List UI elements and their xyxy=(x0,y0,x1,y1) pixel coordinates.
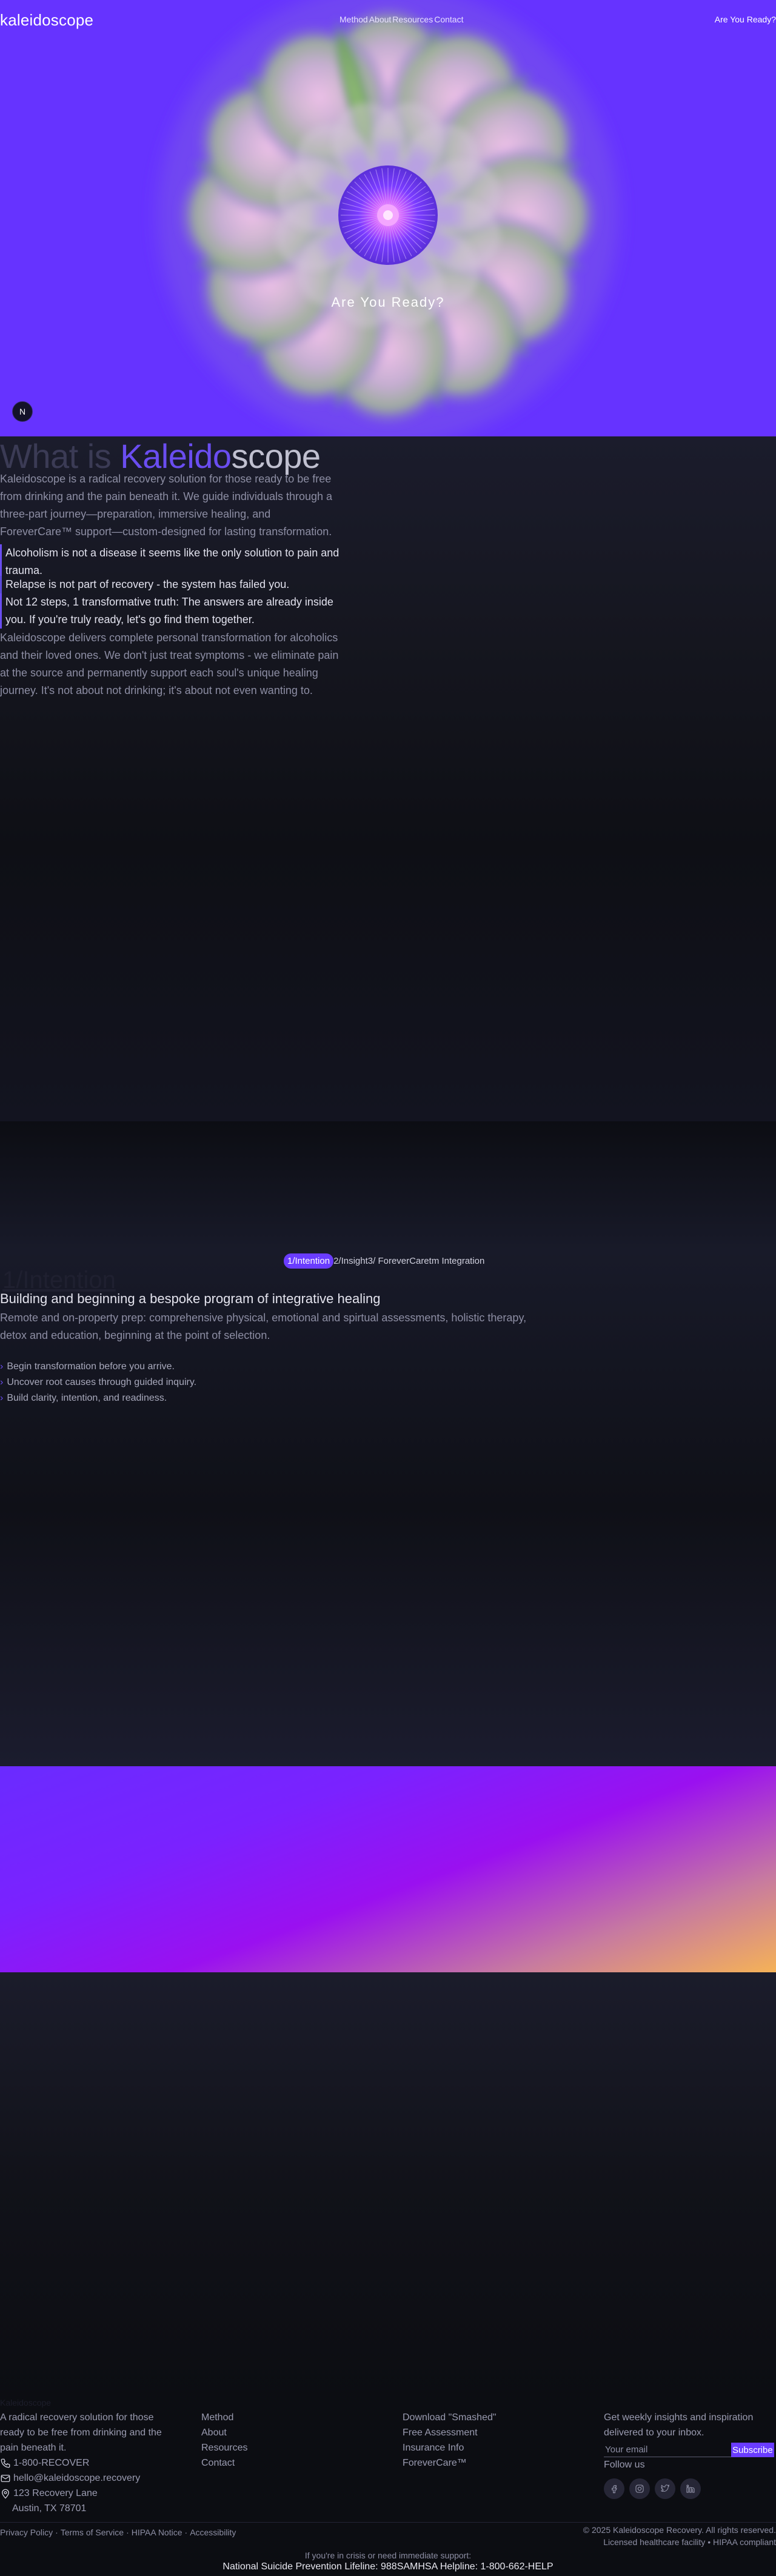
terms-of-service-link[interactable]: Terms of Service xyxy=(61,2528,124,2537)
footer-link-forevercare[interactable]: ForeverCare™ xyxy=(403,2455,497,2471)
footer-link-method[interactable]: Method xyxy=(201,2410,247,2425)
list-item-text: Uncover root causes through guided inqui… xyxy=(7,1377,197,1387)
list-item-text: Begin transformation before you arrive. xyxy=(7,1361,175,1372)
about-tail: Kaleidoscope delivers complete personal … xyxy=(0,632,339,696)
follow-us-label: Follow us xyxy=(604,2460,645,2470)
footer-nav-column: Method About Resources Contact xyxy=(201,2410,247,2471)
facebook-link[interactable] xyxy=(604,2478,624,2499)
nav-link-resources[interactable]: Resources xyxy=(392,15,433,24)
footer-phone-text: 1-800-RECOVER xyxy=(13,2458,90,2468)
list-item-text: Build clarity, intention, and readiness. xyxy=(7,1393,167,1403)
hero-cta-button[interactable]: Are You Ready? xyxy=(0,295,776,310)
footer-email-text: hello@kaleidoscope.recovery xyxy=(13,2473,141,2483)
footer-divider xyxy=(0,2522,776,2523)
about-quote-2: Relapse is not part of recovery - the sy… xyxy=(0,576,340,593)
method-bullets: › Begin transformation before you arrive.… xyxy=(0,1359,196,1406)
footer-email[interactable]: hello@kaleidoscope.recovery xyxy=(0,2471,170,2486)
nav-link-about[interactable]: About xyxy=(369,15,392,24)
facebook-icon xyxy=(612,2485,617,2494)
footer-newsletter-column: Get weekly insights and inspiration deli… xyxy=(604,2410,776,2499)
crisis-text: If you're in crisis or need immediate su… xyxy=(304,2551,472,2560)
footer-brand-column: A radical recovery solution for those re… xyxy=(0,2410,170,2516)
twitter-link[interactable] xyxy=(655,2478,675,2499)
empty-section xyxy=(0,1972,776,2398)
nav-link-contact[interactable]: Contact xyxy=(434,15,463,24)
subscribe-button[interactable]: Subscribe xyxy=(731,2443,774,2457)
chevron-right-icon: › xyxy=(0,1393,4,1403)
about-quote-3: Not 12 steps, 1 transformative truth: Th… xyxy=(0,593,340,629)
legal-links: Privacy Policy · Terms of Service · HIPAA … xyxy=(0,2528,236,2537)
kaleidoscope-mandala xyxy=(158,0,618,436)
brand-logo[interactable]: kaleidoscope xyxy=(0,11,93,30)
newsletter-text: Get weekly insights and inspiration deli… xyxy=(604,2412,754,2438)
top-navigation: kaleidoscope Method About Resources Cont… xyxy=(0,0,776,39)
list-item: › Begin transformation before you arrive. xyxy=(0,1359,196,1375)
nav-cta-button[interactable]: Are You Ready? xyxy=(715,15,776,24)
newsletter-form: Subscribe xyxy=(604,2443,776,2457)
method-section: 1/Intention 2/Insight 3/ ForeverCaretm I… xyxy=(0,1121,776,1766)
about-lead: Kaleidoscope is a radical recovery solut… xyxy=(0,473,333,538)
hero-section: kaleidoscope Method About Resources Cont… xyxy=(0,0,776,436)
crisis-hotlines: National Suicide Prevention Lifeline: 98… xyxy=(222,2561,554,2572)
chevron-right-icon: › xyxy=(0,1377,4,1387)
footer-address: 123 Recovery Lane xyxy=(0,2486,170,2501)
separator: · xyxy=(126,2528,129,2537)
method-tabs: 1/Intention 2/Insight 3/ ForeverCaretm I… xyxy=(284,1253,484,1269)
method-subtitle: Building and beginning a bespoke program… xyxy=(0,1291,381,1306)
footer-phone[interactable]: 1-800-RECOVER xyxy=(0,2455,170,2471)
footer-address-line2: Austin, TX 78701 xyxy=(12,2503,87,2514)
about-title-lead: What is xyxy=(0,437,121,475)
footer-brand-heading: Kaleidoscope xyxy=(0,2398,52,2407)
tab-insight[interactable]: 2/Insight xyxy=(333,1256,368,1266)
site-footer: Kaleidoscope A radical recovery solution… xyxy=(0,2398,776,2576)
chevron-right-icon: › xyxy=(0,1361,4,1372)
footer-link-resources[interactable]: Resources xyxy=(201,2440,247,2455)
footer-address-line1: 123 Recovery Lane xyxy=(13,2488,98,2498)
footer-resources-column: Download "Smashed" Free Assessment Insur… xyxy=(403,2410,497,2471)
accessibility-link[interactable]: Accessibility xyxy=(190,2528,236,2537)
about-title-accent: Kaleido xyxy=(120,437,232,475)
copyright-line2: Licensed healthcare facility • HIPAA com… xyxy=(603,2537,776,2547)
footer-link-free-assessment[interactable]: Free Assessment xyxy=(403,2425,497,2440)
phone-icon xyxy=(1,2458,10,2468)
privacy-policy-link[interactable]: Privacy Policy xyxy=(0,2528,53,2537)
separator: · xyxy=(184,2528,188,2537)
list-item: › Build clarity, intention, and readiness… xyxy=(0,1390,196,1406)
copyright-line1: © 2025 Kaleidoscope Recovery. All rights… xyxy=(583,2525,776,2535)
method-description: Remote and on-property prep: comprehensi… xyxy=(0,1312,527,1341)
method-step-title: 1/Intention xyxy=(2,1267,116,1293)
list-item: › Uncover root causes through guided inqu… xyxy=(0,1375,196,1390)
linkedin-link[interactable] xyxy=(680,2478,701,2499)
newsletter-email-input[interactable] xyxy=(604,2443,731,2457)
twitter-icon xyxy=(661,2484,670,2492)
avatar[interactable]: N xyxy=(12,401,33,422)
instagram-link[interactable] xyxy=(629,2478,650,2499)
hipaa-notice-link[interactable]: HIPAA Notice xyxy=(132,2528,182,2537)
gradient-band xyxy=(0,1766,776,1972)
about-section: What is Kaleidoscope Kaleidoscope is a r… xyxy=(0,436,776,1121)
mail-icon xyxy=(1,2474,10,2482)
footer-link-insurance-info[interactable]: Insurance Info xyxy=(403,2440,497,2455)
instagram-icon xyxy=(635,2484,644,2493)
map-pin-icon xyxy=(2,2489,9,2498)
nav-link-method[interactable]: Method xyxy=(340,15,368,24)
footer-brand-text: A radical recovery solution for those re… xyxy=(0,2412,162,2453)
footer-link-contact[interactable]: Contact xyxy=(201,2455,247,2471)
footer-link-download-smashed[interactable]: Download "Smashed" xyxy=(403,2410,497,2425)
separator: · xyxy=(55,2528,58,2537)
about-quote-1: Alcoholism is not a disease it seems lik… xyxy=(0,544,340,579)
footer-link-about[interactable]: About xyxy=(201,2425,247,2440)
linkedin-icon xyxy=(686,2484,695,2493)
tab-intention[interactable]: 1/Intention xyxy=(284,1253,334,1269)
copyright: © 2025 Kaleidoscope Recovery. All rights… xyxy=(583,2524,776,2548)
nav-links: Method About Resources Contact xyxy=(340,15,463,24)
social-links xyxy=(604,2478,776,2499)
tab-forevercare[interactable]: 3/ ForeverCaretm Integration xyxy=(368,1256,485,1266)
about-title-end: scope xyxy=(231,437,321,475)
